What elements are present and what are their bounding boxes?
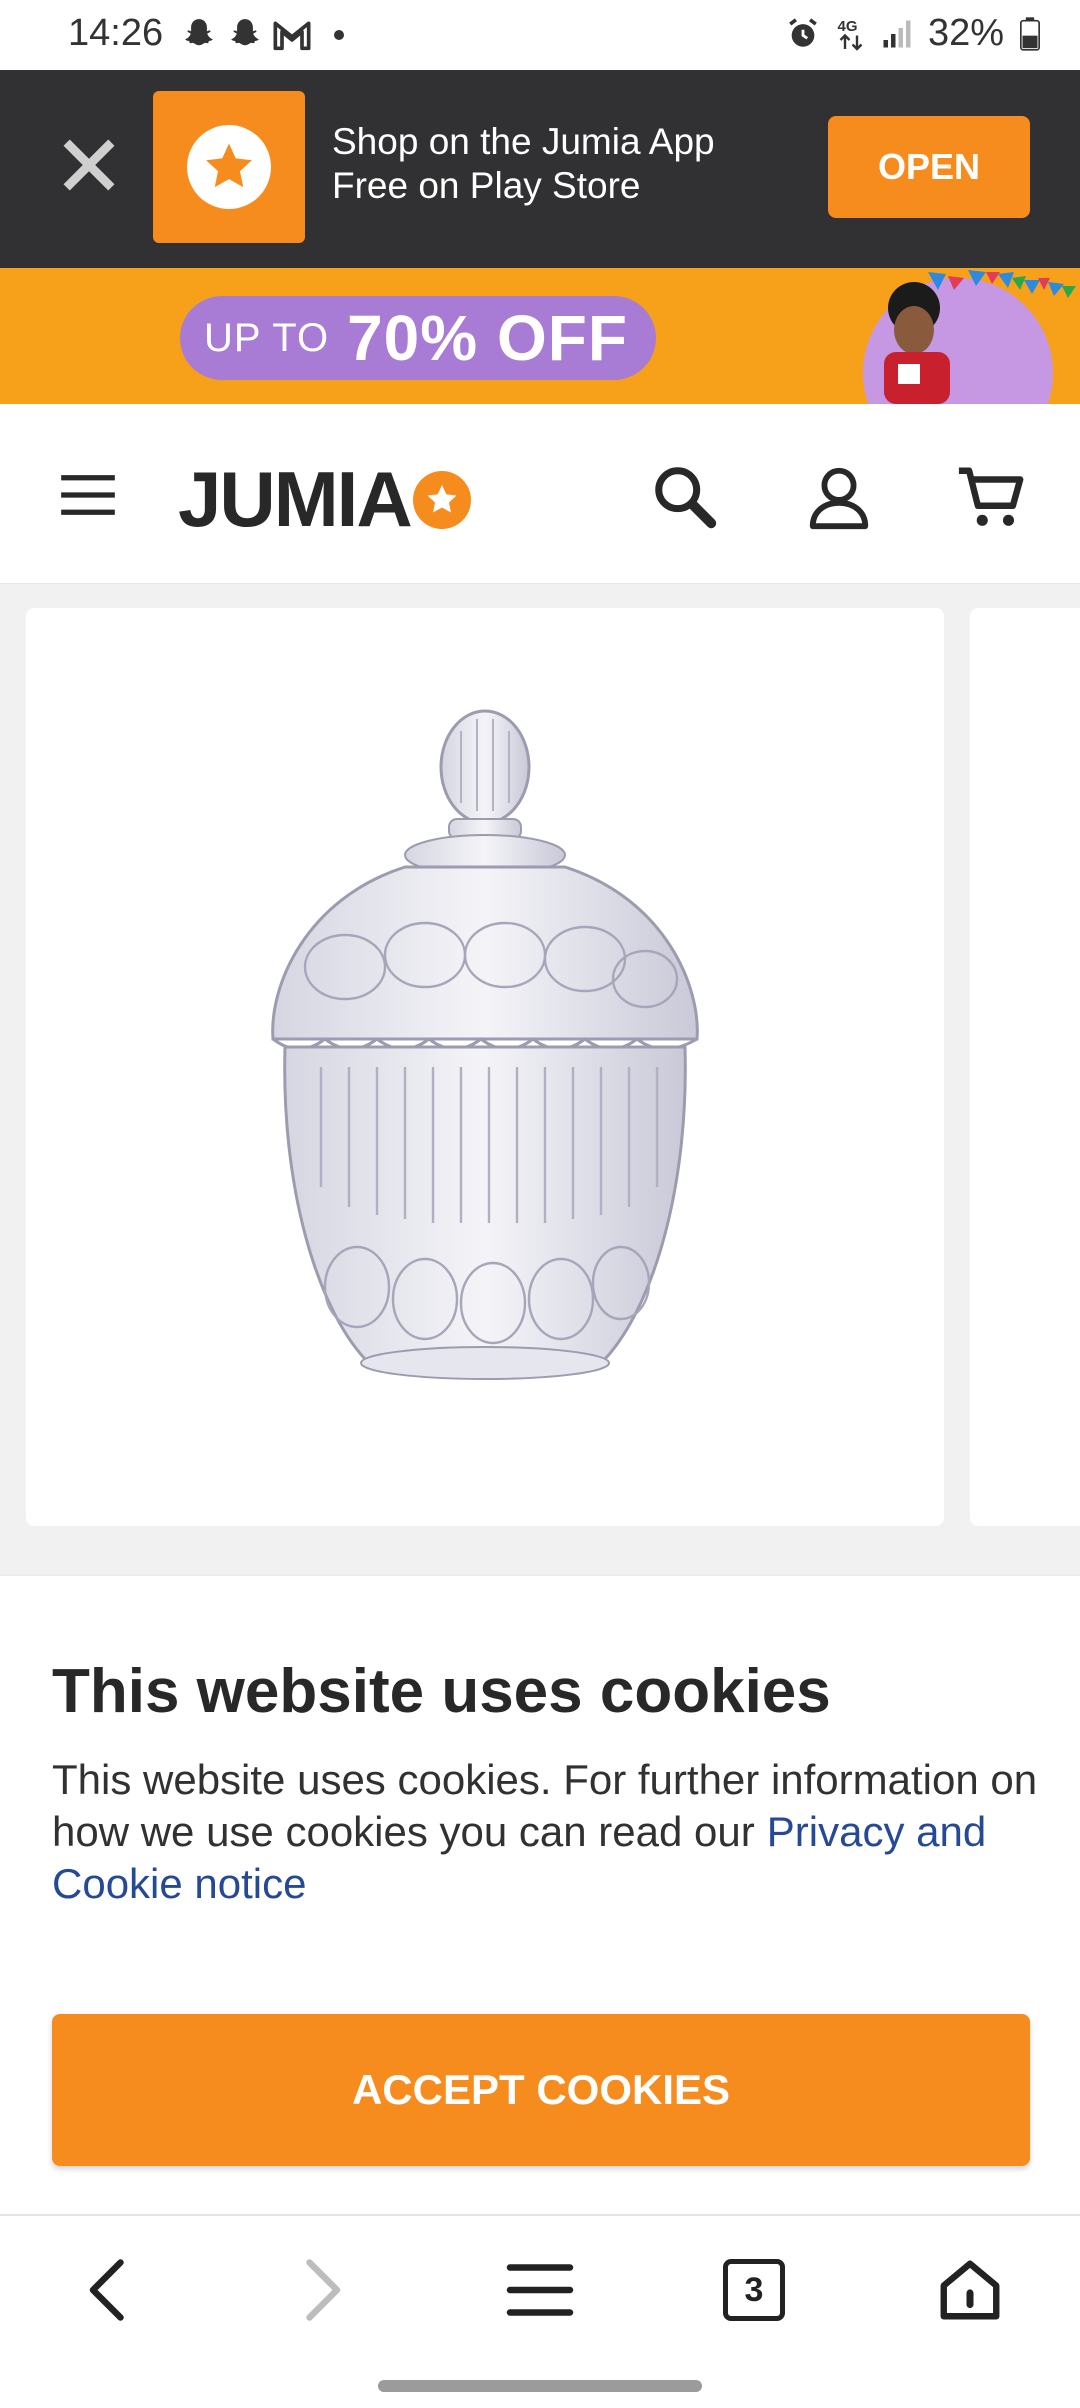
home-gesture-bar[interactable]: [378, 2380, 702, 2392]
home-button[interactable]: [930, 2250, 1010, 2330]
promo-banner[interactable]: UP TO 70% OFF: [0, 268, 1080, 404]
more-notifications-dot: [334, 30, 344, 40]
jumia-logo[interactable]: JUMIA: [178, 454, 471, 545]
battery-percent: 32%: [927, 12, 1004, 54]
app-install-banner: Shop on the Jumia App Free on Play Store…: [0, 70, 1080, 268]
snapchat-icon: [185, 19, 213, 46]
logo-text: JUMIA: [178, 455, 413, 543]
cart-icon[interactable]: [956, 462, 1026, 532]
banner-line2: Free on Play Store: [332, 165, 641, 206]
gmail-icon: [273, 21, 311, 51]
banner-line1: Shop on the Jumia App: [332, 121, 715, 162]
network-4g-icon: 4G: [837, 18, 863, 51]
browser-toolbar: 3: [0, 2214, 1080, 2360]
snapchat-icon: [231, 19, 259, 46]
search-icon[interactable]: [650, 462, 720, 532]
product-gallery: [0, 584, 1080, 1574]
cookie-consent-panel: This website uses cookies This website u…: [0, 1574, 1080, 2214]
gesture-area: [0, 2360, 1080, 2408]
forward-icon: [306, 2259, 341, 2321]
banner-text: Shop on the Jumia App Free on Play Store: [332, 120, 715, 208]
promo-prefix: UP TO: [204, 315, 330, 360]
alarm-icon: [789, 17, 817, 47]
status-bar: 14:26 4G 32%: [0, 0, 1080, 70]
menu-icon: [506, 2264, 574, 2316]
svg-text:4G: 4G: [837, 18, 857, 35]
cookie-body: This website uses cookies. For further i…: [52, 1754, 1042, 1910]
site-header: JUMIA: [0, 404, 1080, 584]
next-image-card[interactable]: [970, 608, 1080, 1526]
signal-icon: [883, 20, 911, 47]
forward-button[interactable]: [282, 2250, 362, 2330]
jumia-app-icon: [153, 91, 305, 243]
promo-pill: UP TO 70% OFF: [180, 296, 656, 380]
back-icon: [89, 2259, 124, 2321]
accept-cookies-button[interactable]: ACCEPT COOKIES: [52, 2014, 1030, 2166]
notification-icons: [180, 16, 344, 54]
open-app-button[interactable]: OPEN: [828, 116, 1030, 218]
star-icon: [206, 143, 252, 188]
account-icon[interactable]: [804, 462, 874, 532]
tabs-button[interactable]: 3: [714, 2250, 794, 2330]
home-icon: [940, 2260, 1000, 2320]
battery-icon: [1020, 16, 1040, 51]
product-image: [271, 709, 699, 1380]
status-time: 14:26: [68, 12, 164, 54]
menu-icon[interactable]: [58, 472, 118, 518]
back-button[interactable]: [68, 2250, 148, 2330]
product-image-card[interactable]: [26, 608, 944, 1526]
browser-menu-button[interactable]: [500, 2250, 580, 2330]
tabs-icon: 3: [723, 2259, 785, 2321]
status-right: 4G 32%: [786, 12, 1040, 55]
logo-star-icon: [412, 470, 471, 529]
promo-headline: 70% OFF: [347, 302, 628, 374]
close-icon[interactable]: [56, 132, 122, 198]
promo-illustration: [863, 270, 1076, 404]
cookie-title: This website uses cookies: [52, 1657, 831, 1726]
